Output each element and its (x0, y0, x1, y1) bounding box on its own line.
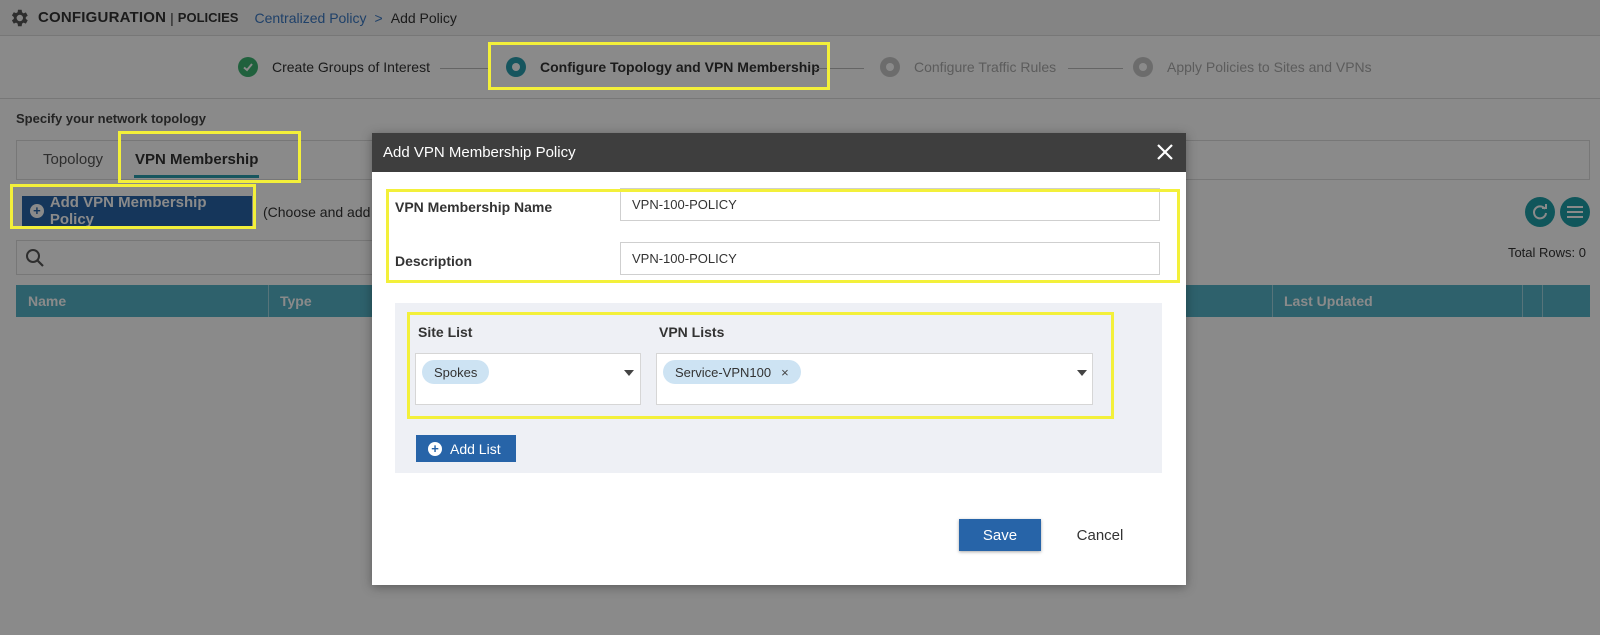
vpn-list-chip-label: Service-VPN100 (675, 364, 772, 380)
description-input[interactable] (620, 242, 1160, 275)
chevron-down-icon[interactable] (624, 370, 634, 376)
cancel-button[interactable]: Cancel (1060, 519, 1140, 551)
save-button[interactable]: Save (959, 519, 1041, 551)
close-icon[interactable] (1154, 141, 1176, 163)
chip-remove-icon[interactable]: × (781, 365, 789, 380)
dialog-title: Add VPN Membership Policy (383, 144, 576, 161)
vpn-membership-name-label: VPN Membership Name (395, 199, 553, 215)
site-list-label: Site List (418, 324, 473, 340)
vpn-lists-select[interactable]: Service-VPN100 × (656, 353, 1093, 405)
site-list-select[interactable]: Spokes (415, 353, 641, 405)
vpn-membership-name-input[interactable] (620, 188, 1160, 221)
description-label: Description (395, 253, 473, 269)
chevron-down-icon[interactable] (1077, 370, 1087, 376)
add-vpn-membership-dialog: Add VPN Membership Policy VPN Membership… (372, 133, 1186, 585)
vpn-lists-label: VPN Lists (659, 324, 725, 340)
vpn-list-chip: Service-VPN100 × (663, 360, 801, 384)
add-list-label: Add List (450, 440, 501, 457)
site-list-chip: Spokes (422, 360, 490, 384)
dialog-header: Add VPN Membership Policy (372, 133, 1186, 172)
add-list-button[interactable]: + Add List (416, 435, 516, 462)
plus-icon: + (428, 441, 442, 456)
